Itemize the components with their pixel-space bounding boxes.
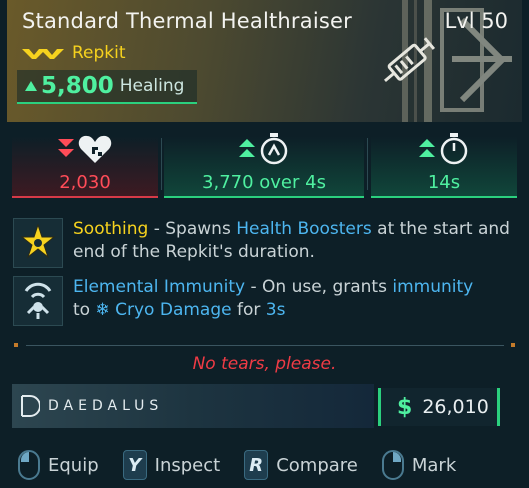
equip-label: Equip — [48, 454, 99, 476]
elemental-shield-icon — [13, 276, 63, 326]
manufacturer-logo: DAEDALUS — [18, 390, 163, 422]
divider — [26, 345, 504, 346]
mark-action[interactable]: Mark — [381, 450, 457, 480]
stat-health-value: 2,030 — [59, 172, 111, 193]
perk-text-part: - On use, grants — [245, 277, 393, 297]
decrease-arrow-icon — [58, 139, 74, 157]
item-header: Standard Thermal Healthraiser Lvl 50 Rep… — [7, 0, 522, 122]
daedalus-logo-icon — [21, 395, 40, 417]
perk-description: Soothing - Spawns Health Boosters at the… — [73, 218, 513, 264]
stat-separator — [161, 138, 162, 190]
item-card: Standard Thermal Healthraiser Lvl 50 Rep… — [0, 0, 529, 488]
rarity-chevron-icon — [22, 49, 64, 59]
perk-highlight: Health Boosters — [236, 219, 372, 239]
rarity-label: Repkit — [72, 43, 126, 63]
manufacturer-bar: DAEDALUS — [12, 384, 374, 428]
perk-element: Cryo Damage — [115, 300, 232, 320]
compare-label: Compare — [276, 454, 358, 476]
stat-duration: 14s — [371, 130, 517, 198]
increase-arrow-icon — [419, 139, 435, 157]
perk-name: Soothing — [73, 219, 149, 239]
snowflake-icon: ❄ — [95, 300, 116, 320]
stat-row: 2,030 3,770 over 4s 14s — [12, 130, 517, 200]
star-burst-icon — [13, 218, 63, 268]
stat-duration-value: 14s — [427, 172, 461, 193]
perk-highlight: immunity — [392, 277, 474, 297]
mouse-left-icon — [18, 450, 40, 480]
inspect-action[interactable]: Y Inspect — [122, 450, 221, 480]
syringe-icon — [383, 37, 436, 83]
flavor-text: No tears, please. — [192, 354, 337, 374]
perk-description: Elemental Immunity - On use, grants immu… — [73, 276, 513, 322]
compare-action[interactable]: R Compare — [244, 450, 358, 480]
main-stat-value: 5,800 — [41, 73, 114, 99]
key-y: Y — [122, 450, 147, 480]
action-bar: Equip Y Inspect R Compare Mark — [18, 447, 518, 483]
perk-text-part: for — [231, 300, 266, 320]
mark-label: Mark — [411, 454, 457, 476]
manufacturer-name: DAEDALUS — [48, 398, 164, 414]
increase-arrow-icon — [239, 139, 255, 157]
regen-timer-icon — [260, 133, 288, 165]
perk-text-part: to — [73, 300, 96, 320]
key-r: R — [244, 450, 269, 480]
stat-health: 2,030 — [12, 130, 158, 198]
perk-duration: 3s — [265, 300, 286, 320]
stat-separator — [367, 138, 368, 190]
price-box: $ 26,010 — [378, 388, 498, 426]
perk-name: Elemental Immunity — [73, 277, 246, 297]
stat-regen: 3,770 over 4s — [164, 130, 364, 198]
stopwatch-icon — [440, 133, 468, 165]
mouse-right-icon — [381, 450, 404, 480]
stat-regen-value: 3,770 over 4s — [202, 172, 326, 193]
main-stat-label: Healing — [119, 76, 185, 96]
increase-arrow-icon — [25, 81, 37, 91]
main-stat: 5,800 Healing — [17, 70, 197, 104]
equip-action[interactable]: Equip — [18, 450, 99, 480]
perk-text-part: - Spawns — [148, 219, 237, 239]
divider-dot — [511, 343, 515, 347]
inspect-label: Inspect — [154, 454, 221, 476]
price-symbol: $ — [397, 394, 413, 420]
divider-dot — [14, 343, 18, 347]
price-bracket — [497, 388, 500, 426]
item-name: Standard Thermal Healthraiser — [22, 9, 352, 33]
item-level: Lvl 50 — [444, 9, 508, 33]
price-value: 26,010 — [422, 396, 489, 418]
rarity-row: Repkit — [22, 42, 126, 64]
heart-icon — [78, 135, 112, 163]
